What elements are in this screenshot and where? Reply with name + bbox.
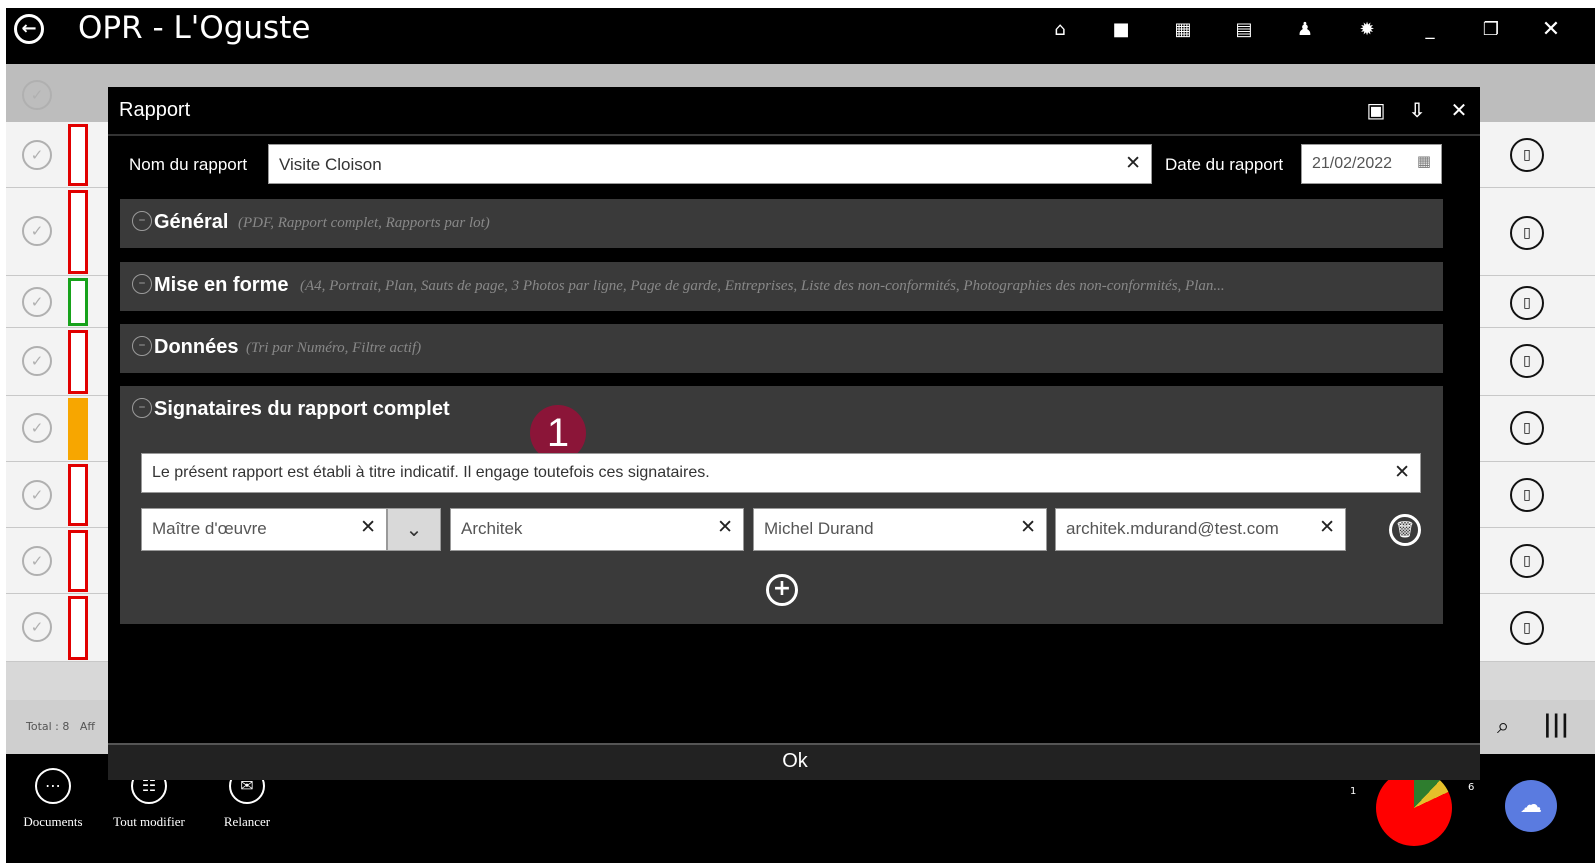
calendar-icon[interactable]: ▤: [1231, 18, 1257, 44]
columns-icon[interactable]: |||: [1543, 710, 1569, 738]
map-icon[interactable]: ▯: [1510, 286, 1544, 320]
total-count: Total : 8 Aff: [26, 720, 95, 733]
map-icon[interactable]: ▯: [1510, 411, 1544, 445]
section-donnees[interactable]: – Données (Tri par Numéro, Filtre actif): [120, 324, 1443, 373]
status-flag: [68, 596, 88, 660]
date-rapport-label: Date du rapport: [1165, 155, 1284, 174]
disclaimer-input[interactable]: Le présent rapport est établi à titre in…: [141, 453, 1421, 493]
user-icon[interactable]: ♟: [1292, 18, 1318, 44]
pie-label-left: 1: [1350, 786, 1357, 797]
role-select[interactable]: Maître d'œuvre ✕: [141, 508, 387, 551]
nom-rapport-label: Nom du rapport: [129, 155, 248, 174]
minimize-icon[interactable]: _: [1417, 18, 1443, 44]
nom-rapport-input[interactable]: Visite Cloison ✕: [268, 144, 1152, 184]
status-flag: [68, 330, 88, 394]
clear-icon[interactable]: ✕: [1319, 516, 1335, 538]
map-icon[interactable]: ▯: [1510, 478, 1544, 512]
map-icon[interactable]: ▯: [1510, 344, 1544, 378]
section-general[interactable]: – Général (PDF, Rapport complet, Rapport…: [120, 199, 1443, 248]
restore-icon[interactable]: ❐: [1478, 18, 1504, 44]
dialog-close-icon[interactable]: ✕: [1447, 98, 1471, 122]
row-check-icon[interactable]: ✓: [22, 287, 52, 317]
divider: [108, 134, 1480, 136]
app-logo-icon[interactable]: ☁: [1505, 780, 1557, 832]
collapse-icon[interactable]: –: [132, 274, 152, 294]
status-flag: [68, 124, 88, 186]
gear-icon[interactable]: ✹: [1354, 18, 1380, 44]
row-check-icon[interactable]: ✓: [22, 480, 52, 510]
map-icon[interactable]: ▯: [1510, 544, 1544, 578]
dialog-title: Rapport: [119, 99, 191, 121]
app-title: OPR - L'Oguste: [78, 10, 311, 46]
map-icon[interactable]: ▯: [1510, 138, 1544, 172]
chevron-down-icon[interactable]: ⌄: [387, 508, 441, 551]
row-check-icon[interactable]: ✓: [22, 346, 52, 376]
delete-signataire-icon[interactable]: 🗑: [1389, 514, 1421, 546]
clear-icon[interactable]: ✕: [1125, 152, 1141, 174]
folder-icon[interactable]: ■: [1108, 18, 1134, 44]
export-icon[interactable]: ⇩: [1405, 98, 1429, 122]
collapse-icon[interactable]: –: [132, 398, 152, 418]
save-icon[interactable]: ▣: [1364, 98, 1388, 122]
name-input[interactable]: Michel Durand ✕: [753, 508, 1047, 551]
status-flag: [68, 190, 88, 274]
map-icon[interactable]: ▯: [1510, 611, 1544, 645]
map-icon[interactable]: ▯: [1510, 216, 1544, 250]
documents-button[interactable]: ⋯ Documents: [8, 764, 98, 830]
calendar-picker-icon[interactable]: ▦: [1417, 152, 1431, 170]
grid-icon[interactable]: ▦: [1170, 18, 1196, 44]
row-check-icon[interactable]: ✓: [22, 216, 52, 246]
row-check-icon[interactable]: ✓: [22, 140, 52, 170]
section-mise-en-forme[interactable]: – Mise en forme (A4, Portrait, Plan, Sau…: [120, 262, 1443, 311]
clear-icon[interactable]: ✕: [717, 516, 733, 538]
ok-button[interactable]: Ok: [760, 750, 830, 773]
home-icon[interactable]: ⌂: [1047, 18, 1073, 44]
search-icon[interactable]: ⌕: [1497, 714, 1509, 739]
row-check-icon[interactable]: ✓: [22, 413, 52, 443]
back-arrow-icon[interactable]: ←: [14, 14, 44, 44]
pie-label-right: 6: [1468, 782, 1475, 793]
status-flag: [68, 530, 88, 592]
more-icon: ⋯: [35, 768, 71, 804]
row-check-icon[interactable]: ✓: [22, 612, 52, 642]
status-pie-chart[interactable]: [1376, 770, 1452, 846]
email-input[interactable]: architek.mdurand@test.com ✕: [1055, 508, 1346, 551]
collapse-icon[interactable]: –: [132, 336, 152, 356]
status-flag: [68, 278, 88, 326]
status-flag: [68, 398, 88, 460]
company-input[interactable]: Architek ✕: [450, 508, 744, 551]
collapse-icon[interactable]: –: [132, 211, 152, 231]
row-check-icon[interactable]: ✓: [22, 546, 52, 576]
clear-icon[interactable]: ✕: [360, 516, 376, 538]
date-rapport-input[interactable]: 21/02/2022 ▦: [1301, 144, 1442, 184]
select-all-check-icon[interactable]: ✓: [22, 80, 52, 110]
clear-icon[interactable]: ✕: [1020, 516, 1036, 538]
add-signataire-icon[interactable]: +: [766, 574, 798, 606]
close-icon[interactable]: ✕: [1538, 18, 1564, 44]
status-flag: [68, 464, 88, 526]
clear-icon[interactable]: ✕: [1394, 461, 1410, 483]
